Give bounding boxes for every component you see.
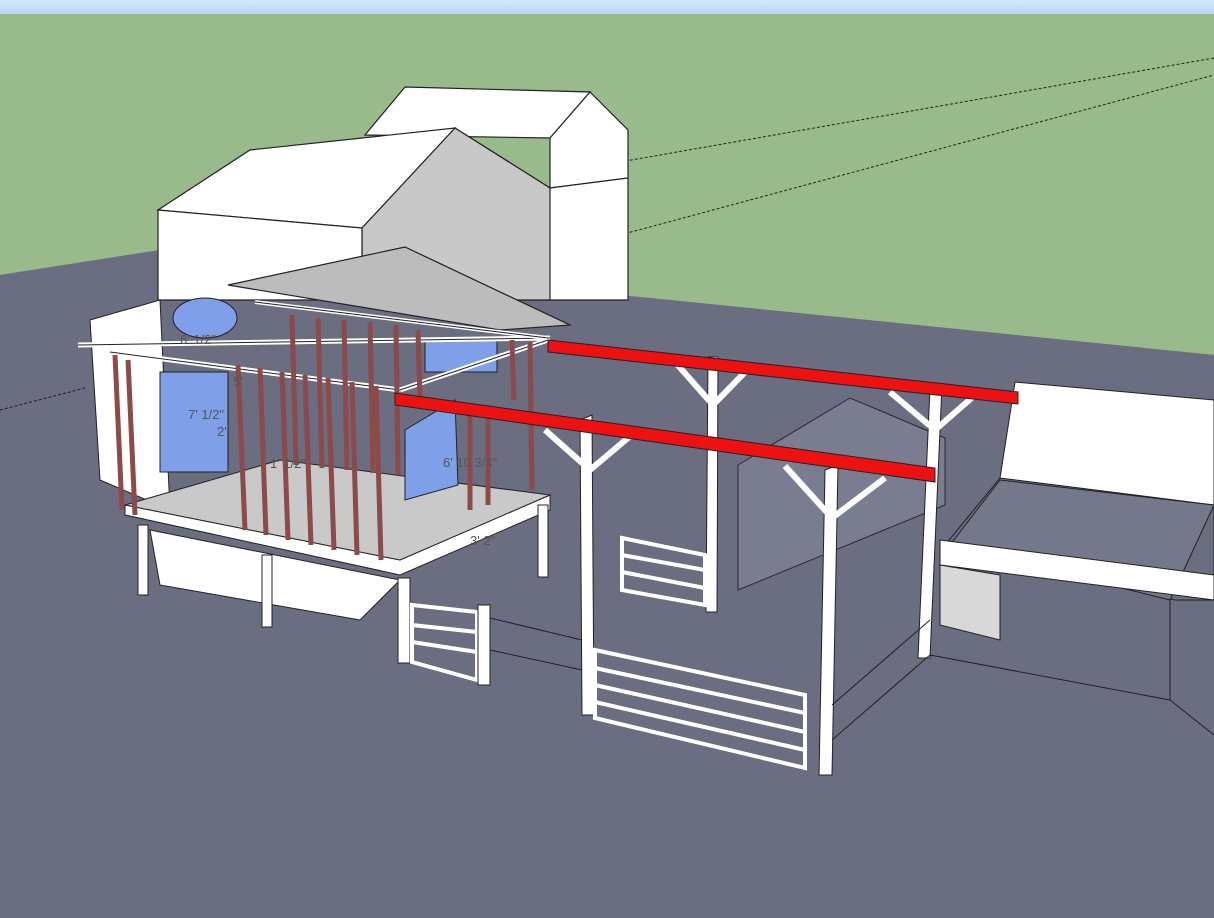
dimension-label: 7' 1/2" <box>188 407 224 422</box>
dimension-label: 1' 1/2" <box>270 456 306 471</box>
wall-stud <box>367 321 376 474</box>
dimension-label: 6' 10 3/4" <box>443 455 497 470</box>
wall-stud <box>509 339 517 401</box>
window-left <box>159 371 229 473</box>
dimension-label: 5' <box>233 374 243 389</box>
dimension-label: 6' 1/2" <box>180 332 216 347</box>
dimension-label: 2' <box>217 424 227 439</box>
wall-stud <box>341 319 350 471</box>
3d-model-scene[interactable]: 6' 1/2" 5' 7' 1/2" 2' 1' 1/2" 6' 10 3/4"… <box>0 0 1214 918</box>
dimension-label: 3' 2" <box>470 533 496 548</box>
wall-stud <box>415 329 423 401</box>
sketchup-viewport[interactable]: 6' 1/2" 5' 7' 1/2" 2' 1' 1/2" 6' 10 3/4"… <box>0 0 1214 918</box>
